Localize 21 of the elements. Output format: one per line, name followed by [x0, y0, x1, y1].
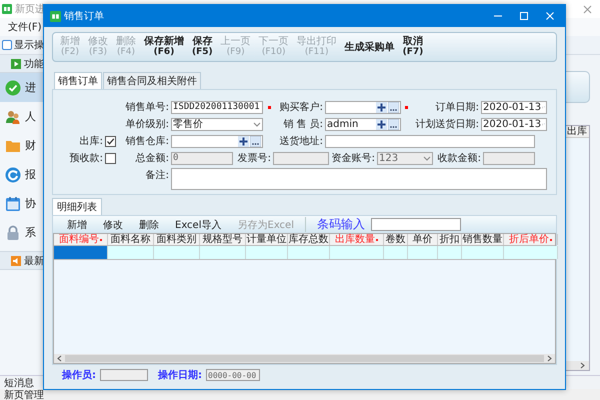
field-label: 操作员:	[62, 368, 96, 382]
field-label: 发票号:	[236, 152, 272, 165]
field-label: 收款金额:	[436, 152, 482, 165]
field-label: 操作日期:	[158, 368, 202, 382]
field-label: 资金账号:	[330, 152, 376, 165]
barcode-label: 条码输入	[317, 216, 365, 233]
field-label: 销售单号:	[124, 100, 170, 114]
field-label: 总金额:	[134, 152, 170, 165]
field-label: 计划送货日期:	[414, 118, 480, 131]
field-label: 销售仓库:	[124, 134, 170, 148]
window-title: 销售订单	[64, 10, 104, 23]
field-label: 出库:	[78, 134, 104, 148]
field-label: 预收款:	[68, 152, 104, 165]
status-text: 新页管理	[4, 388, 44, 400]
checkbox-label: 显示操	[14, 39, 44, 52]
field-label: 购买客户:	[278, 100, 324, 114]
field-label: 订单日期:	[434, 100, 480, 114]
field-label: 送货地址:	[278, 134, 324, 148]
field-label: 销 售 员:	[282, 118, 324, 131]
field-label: 单价级别:	[124, 118, 170, 131]
field-label: 备注:	[144, 168, 170, 182]
